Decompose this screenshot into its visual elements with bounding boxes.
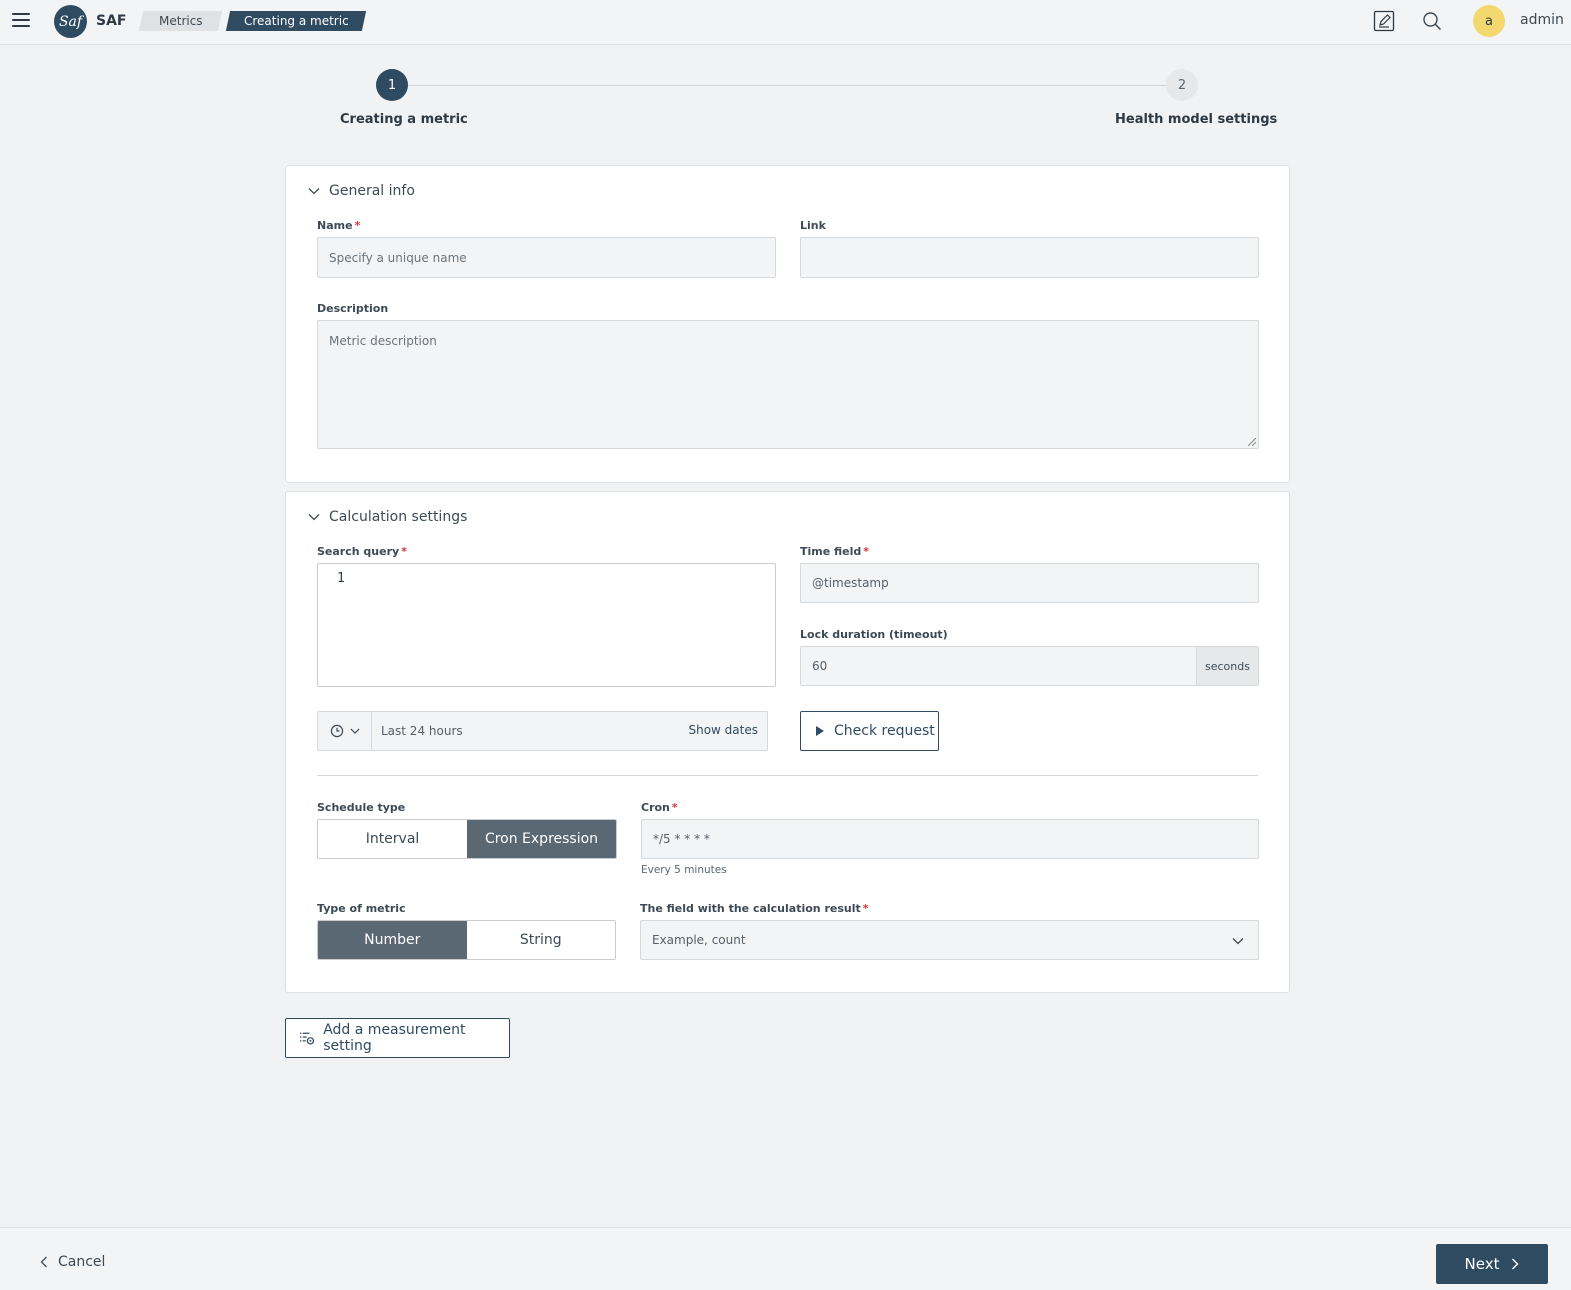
chevron-down-icon xyxy=(308,514,320,521)
metric-type-toggle: Number String xyxy=(317,920,616,960)
schedule-interval-option[interactable]: Interval xyxy=(318,820,467,858)
show-dates-link[interactable]: Show dates xyxy=(688,723,758,737)
cron-input[interactable]: */5 * * * * xyxy=(641,819,1259,859)
next-label: Next xyxy=(1464,1255,1500,1273)
line-number: 1 xyxy=(337,571,345,586)
time-field-label: Time field * xyxy=(800,545,870,558)
description-textarea[interactable]: Metric description xyxy=(317,320,1259,449)
name-input[interactable]: Specify a unique name xyxy=(317,237,776,278)
metric-type-label: Type of metric xyxy=(317,902,406,915)
lock-duration-label: Lock duration (timeout) xyxy=(800,628,948,641)
time-field-input[interactable]: @timestamp xyxy=(800,563,1259,603)
check-request-button[interactable]: Check request xyxy=(800,711,939,751)
chevron-down-icon xyxy=(1232,938,1244,945)
chevron-down-icon xyxy=(308,188,320,195)
check-request-label: Check request xyxy=(834,723,935,739)
app-logo[interactable]: Saf xyxy=(54,5,87,38)
metric-type-string-option[interactable]: String xyxy=(466,921,615,959)
play-icon xyxy=(816,726,824,736)
list-settings-icon xyxy=(299,1032,315,1045)
description-placeholder: Metric description xyxy=(329,334,437,348)
chevron-right-icon xyxy=(1512,1258,1519,1270)
stepper-line xyxy=(408,85,1166,86)
step-1-label: Creating a metric xyxy=(340,112,468,127)
clock-icon xyxy=(330,724,343,738)
search-query-label: Search query * xyxy=(317,545,407,558)
schedule-cron-option[interactable]: Cron Expression xyxy=(467,820,616,858)
next-button[interactable]: Next xyxy=(1436,1244,1548,1284)
step-1-circle: 1 xyxy=(376,69,408,101)
edit-icon[interactable] xyxy=(1373,10,1395,32)
calculation-settings-toggle[interactable]: Calculation settings xyxy=(308,509,467,525)
cron-hint: Every 5 minutes xyxy=(641,864,727,876)
link-label: Link xyxy=(800,219,826,232)
result-field-select[interactable]: Example, count xyxy=(640,920,1259,960)
search-query-editor[interactable]: 1 xyxy=(317,563,776,687)
schedule-type-toggle: Interval Cron Expression xyxy=(317,819,617,859)
add-measurement-setting-button[interactable]: Add a measurement setting xyxy=(285,1018,510,1058)
result-field-label: The field with the calculation result * xyxy=(640,902,869,915)
step-2-circle: 2 xyxy=(1166,69,1198,101)
cron-label: Cron * xyxy=(641,801,678,814)
cancel-label: Cancel xyxy=(58,1254,106,1270)
breadcrumb-creating-metric: Creating a metric xyxy=(225,11,367,31)
breadcrumb-metrics[interactable]: Metrics xyxy=(138,11,223,31)
time-range-picker: Last 24 hours Show dates xyxy=(317,711,768,751)
result-field-value: Example, count xyxy=(652,933,746,947)
app-name: SAF xyxy=(96,13,127,29)
hamburger-menu-icon[interactable] xyxy=(12,13,30,29)
time-range-dropdown[interactable] xyxy=(318,712,372,750)
cancel-button[interactable]: Cancel xyxy=(40,1254,105,1270)
metric-type-number-option[interactable]: Number xyxy=(318,921,467,959)
chevron-left-icon xyxy=(40,1256,47,1268)
lock-duration-unit: seconds xyxy=(1196,647,1258,685)
time-range-value: Last 24 hours xyxy=(381,724,463,738)
lock-duration-input[interactable]: 60 seconds xyxy=(800,646,1259,686)
schedule-type-label: Schedule type xyxy=(317,801,406,814)
section-divider xyxy=(317,775,1258,776)
general-info-card: General info Name * Specify a unique name… xyxy=(285,165,1290,483)
description-label: Description xyxy=(317,302,389,315)
name-label: Name * xyxy=(317,219,361,232)
resize-handle-icon[interactable] xyxy=(1248,438,1256,446)
general-info-toggle[interactable]: General info xyxy=(308,183,415,199)
user-name[interactable]: admin xyxy=(1520,12,1564,28)
add-measurement-setting-label: Add a measurement setting xyxy=(323,1022,466,1054)
lock-duration-value: 60 xyxy=(812,659,828,673)
calculation-settings-title: Calculation settings xyxy=(329,509,468,525)
search-icon[interactable] xyxy=(1421,10,1443,32)
calculation-settings-card: Calculation settings Search query * 1 Tim… xyxy=(285,491,1290,993)
link-input[interactable] xyxy=(800,237,1259,278)
footer-bar: Cancel Next xyxy=(0,1227,1571,1290)
chevron-down-icon xyxy=(349,728,360,734)
top-bar: Saf SAF Metrics Creating a metric a admi… xyxy=(0,0,1571,45)
general-info-title: General info xyxy=(329,183,415,199)
avatar[interactable]: a xyxy=(1473,5,1505,37)
step-2-label: Health model settings xyxy=(1115,112,1278,127)
